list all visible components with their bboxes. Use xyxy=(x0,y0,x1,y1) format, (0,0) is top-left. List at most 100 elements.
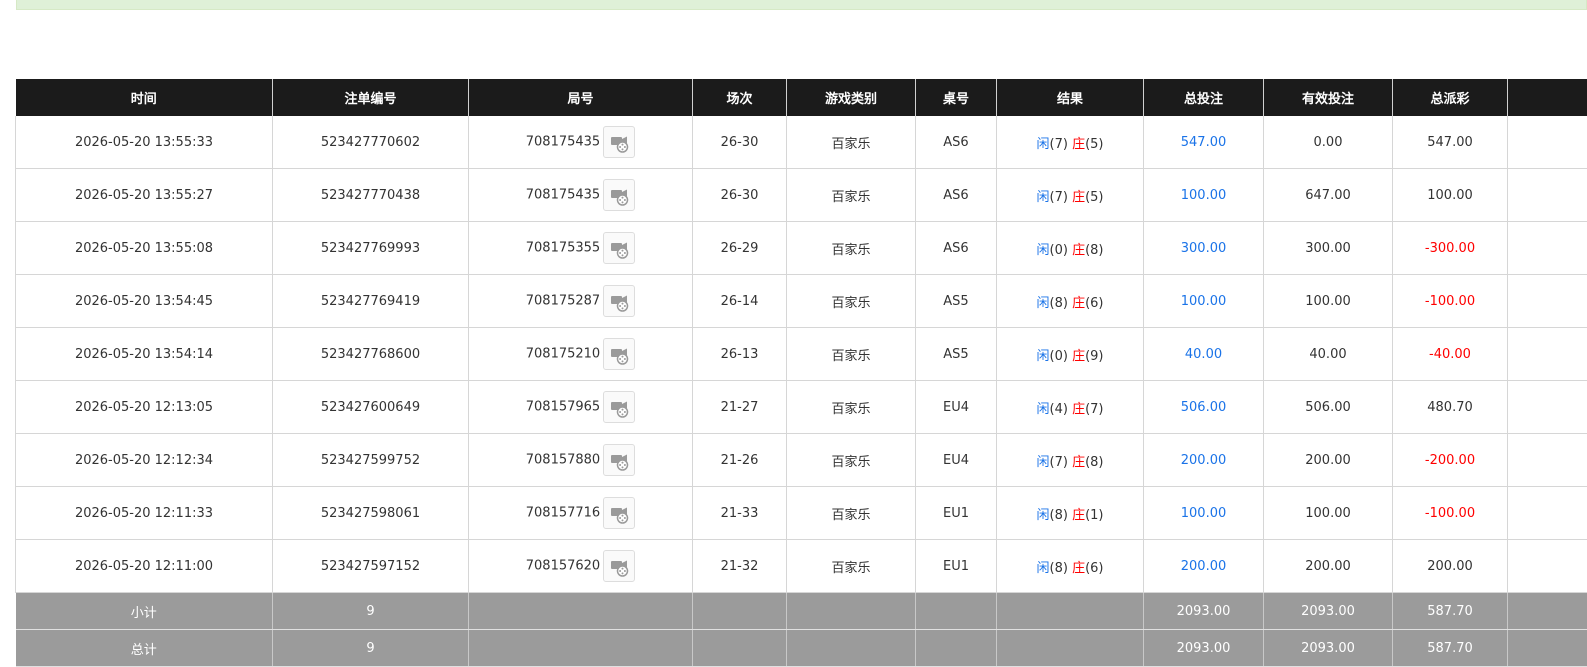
cell-valid-bet: 647.00 xyxy=(1263,168,1393,222)
banker-label: 庄 xyxy=(1072,295,1086,311)
header-game-type[interactable]: 游戏类别 xyxy=(786,79,916,116)
header-total-payout[interactable]: 总派彩 xyxy=(1392,79,1508,116)
cell-time: 2026-05-20 12:11:00 xyxy=(15,539,273,593)
header-time[interactable]: 时间 xyxy=(15,79,273,116)
cell-total-bet[interactable]: 506.00 xyxy=(1143,380,1264,434)
total-empty-cell xyxy=(996,629,1144,667)
cell-total-bet[interactable]: 300.00 xyxy=(1143,221,1264,275)
banker-score: (1) xyxy=(1085,507,1104,523)
subtotal-empty-cell xyxy=(786,592,916,630)
cell-round: 708175435 xyxy=(468,116,693,169)
total-empty-cell xyxy=(786,629,916,667)
cell-table-no: AS6 xyxy=(915,221,997,275)
cell-round: 708157965 xyxy=(468,380,693,434)
cell-result: 闲(8) 庄(1) xyxy=(996,486,1144,540)
subtotal-row: 小计 9 2093.00 2093.00 587.70 xyxy=(15,592,1587,630)
cell-bet-id: 523427770438 xyxy=(272,168,469,222)
cell-payout: 547.00 xyxy=(1392,116,1508,169)
round-number: 708175435 xyxy=(525,187,601,203)
player-label: 闲 xyxy=(1036,242,1050,258)
total-empty-cell xyxy=(692,629,787,667)
table-row: 2026-05-20 13:55:08 523427769993 708175355… xyxy=(15,221,1587,275)
cell-table-no: AS6 xyxy=(915,116,997,169)
cell-game-type: 百家乐 xyxy=(786,380,916,434)
cell-result: 闲(0) 庄(8) xyxy=(996,221,1144,275)
total-empty-cell xyxy=(915,629,997,667)
header-valid-bet[interactable]: 有效投注 xyxy=(1263,79,1393,116)
player-score: (8) xyxy=(1049,560,1068,576)
banker-score: (5) xyxy=(1085,189,1104,205)
total-row: 总计 9 2093.00 2093.00 587.70 xyxy=(15,629,1587,667)
video-camera-icon[interactable] xyxy=(603,285,636,317)
table-header-row: 时间 注单编号 局号 场次 游戏类别 桌号 结果 总投注 有效投注 总派彩 xyxy=(15,79,1587,116)
cell-session: 26-30 xyxy=(692,116,787,169)
table-row: 2026-05-20 13:55:27 523427770438 708175435… xyxy=(15,168,1587,222)
subtotal-total-bet: 2093.00 xyxy=(1143,592,1264,630)
cell-table-no: EU4 xyxy=(915,380,997,434)
header-extra xyxy=(1507,79,1587,116)
cell-total-bet[interactable]: 100.00 xyxy=(1143,486,1264,540)
total-total-bet: 2093.00 xyxy=(1143,629,1264,667)
cell-bet-id: 523427769993 xyxy=(272,221,469,275)
cell-result: 闲(8) 庄(6) xyxy=(996,274,1144,328)
player-score: (8) xyxy=(1049,507,1068,523)
header-total-bet[interactable]: 总投注 xyxy=(1143,79,1264,116)
cell-round: 708157880 xyxy=(468,433,693,487)
cell-payout: 480.70 xyxy=(1392,380,1508,434)
video-camera-icon[interactable] xyxy=(603,391,636,423)
cell-valid-bet: 200.00 xyxy=(1263,539,1393,593)
subtotal-valid-bet: 2093.00 xyxy=(1263,592,1393,630)
cell-time: 2026-05-20 13:54:45 xyxy=(15,274,273,328)
cell-payout: -100.00 xyxy=(1392,274,1508,328)
video-camera-icon[interactable] xyxy=(603,444,636,476)
cell-total-bet[interactable]: 40.00 xyxy=(1143,327,1264,381)
player-label: 闲 xyxy=(1036,507,1050,523)
cell-session: 26-30 xyxy=(692,168,787,222)
total-label: 总计 xyxy=(15,629,273,667)
cell-payout: 100.00 xyxy=(1392,168,1508,222)
cell-valid-bet: 100.00 xyxy=(1263,274,1393,328)
banker-label: 庄 xyxy=(1072,136,1086,152)
cell-session: 26-13 xyxy=(692,327,787,381)
player-score: (7) xyxy=(1049,189,1068,205)
subtotal-empty-cell xyxy=(996,592,1144,630)
video-camera-icon[interactable] xyxy=(603,497,636,529)
cell-payout: -300.00 xyxy=(1392,221,1508,275)
player-label: 闲 xyxy=(1036,401,1050,417)
header-session[interactable]: 场次 xyxy=(692,79,787,116)
video-camera-icon[interactable] xyxy=(603,126,636,158)
cell-time: 2026-05-20 13:54:14 xyxy=(15,327,273,381)
cell-valid-bet: 200.00 xyxy=(1263,433,1393,487)
cell-total-bet[interactable]: 547.00 xyxy=(1143,116,1264,169)
cell-extra xyxy=(1507,116,1587,169)
round-number: 708157880 xyxy=(525,452,601,468)
cell-round: 708175210 xyxy=(468,327,693,381)
banker-score: (7) xyxy=(1085,401,1104,417)
cell-game-type: 百家乐 xyxy=(786,539,916,593)
video-camera-icon[interactable] xyxy=(603,179,636,211)
bet-records-table-wrap: 时间 注单编号 局号 场次 游戏类别 桌号 结果 总投注 有效投注 总派彩 20… xyxy=(15,79,1587,667)
cell-extra xyxy=(1507,274,1587,328)
banker-score: (9) xyxy=(1085,348,1104,364)
cell-result: 闲(4) 庄(7) xyxy=(996,380,1144,434)
video-camera-icon[interactable] xyxy=(603,338,636,370)
video-camera-icon[interactable] xyxy=(603,232,636,264)
cell-payout: 200.00 xyxy=(1392,539,1508,593)
header-table-no[interactable]: 桌号 xyxy=(915,79,997,116)
header-result[interactable]: 结果 xyxy=(996,79,1144,116)
header-round[interactable]: 局号 xyxy=(468,79,693,116)
cell-table-no: EU1 xyxy=(915,486,997,540)
video-camera-icon[interactable] xyxy=(603,550,636,582)
cell-total-bet[interactable]: 200.00 xyxy=(1143,539,1264,593)
table-row: 2026-05-20 13:54:45 523427769419 708175287… xyxy=(15,274,1587,328)
cell-total-bet[interactable]: 100.00 xyxy=(1143,168,1264,222)
total-valid-bet: 2093.00 xyxy=(1263,629,1393,667)
cell-table-no: AS5 xyxy=(915,274,997,328)
cell-session: 21-27 xyxy=(692,380,787,434)
cell-total-bet[interactable]: 100.00 xyxy=(1143,274,1264,328)
cell-total-bet[interactable]: 200.00 xyxy=(1143,433,1264,487)
cell-game-type: 百家乐 xyxy=(786,327,916,381)
cell-game-type: 百家乐 xyxy=(786,486,916,540)
cell-round: 708175355 xyxy=(468,221,693,275)
header-bet-id[interactable]: 注单编号 xyxy=(272,79,469,116)
